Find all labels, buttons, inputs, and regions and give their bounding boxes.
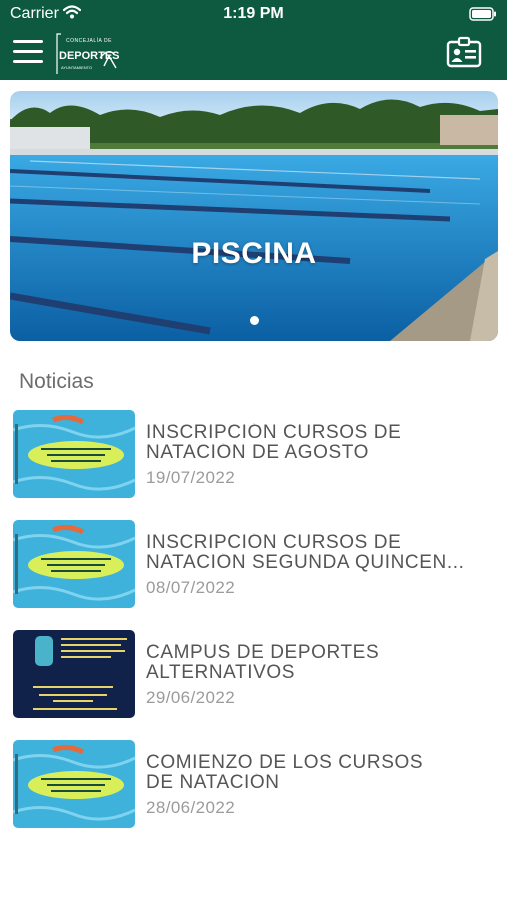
news-title: INSCRIPCIÓN CURSOS DE NATACIÓN DE AGOSTO <box>146 423 402 463</box>
hero-slider[interactable]: PISCINA <box>10 91 498 341</box>
news-title: INSCRIPCIÓN CURSOS DE NATACIÓN SEGUNDA Q… <box>146 533 465 573</box>
status-bar: Carrier 1:19 PM <box>0 0 507 28</box>
news-date: 08/07/2022 <box>146 578 236 597</box>
news-thumbnail <box>13 740 135 828</box>
news-date: 28/06/2022 <box>146 798 236 817</box>
news-thumbnail <box>13 630 135 718</box>
id-card-icon[interactable] <box>446 36 482 68</box>
news-section-title: Noticias <box>19 370 94 393</box>
battery-icon <box>469 7 497 26</box>
news-thumbnail <box>13 410 135 498</box>
news-date: 19/07/2022 <box>146 468 236 487</box>
news-item[interactable]: COMIENZO DE LOS CURSOS DE NATACIÓN 28/06… <box>13 740 493 830</box>
logo-main-text: DEPORTES <box>59 50 120 62</box>
news-title: CAMPUS DE DEPORTES ALTERNATIVOS <box>146 643 380 683</box>
slider-page-dot[interactable] <box>250 316 259 325</box>
news-thumbnail <box>13 520 135 608</box>
status-time: 1:19 PM <box>223 5 284 22</box>
slide-title: PISCINA <box>191 237 317 270</box>
pool-photo <box>10 91 498 341</box>
news-title: COMIENZO DE LOS CURSOS DE NATACIÓN <box>146 753 424 793</box>
news-item[interactable]: INSCRIPCIÓN CURSOS DE NATACIÓN DE AGOSTO… <box>13 410 493 500</box>
news-date: 29/06/2022 <box>146 688 236 707</box>
logo-top-text: CONCEJALÍA DE <box>66 38 112 44</box>
top-app-bar: Carrier 1:19 PM CONCEJALÍA DE DEPORTES A… <box>0 0 507 80</box>
news-item[interactable]: INSCRIPCIÓN CURSOS DE NATACIÓN SEGUNDA Q… <box>13 520 493 610</box>
hamburger-menu-icon[interactable] <box>13 40 43 64</box>
news-item[interactable]: CAMPUS DE DEPORTES ALTERNATIVOS 29/06/20… <box>13 630 493 720</box>
logo-sub-text: AYUNTAMIENTO <box>61 65 93 70</box>
deportes-logo: CONCEJALÍA DE DEPORTES AYUNTAMIENTO <box>52 30 120 76</box>
